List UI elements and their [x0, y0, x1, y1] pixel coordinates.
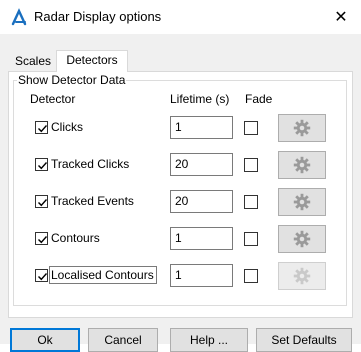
window-title: Radar Display options	[34, 9, 162, 24]
detector-row-clicks: Clicks 1	[14, 111, 346, 145]
check-icon	[38, 236, 48, 244]
set-defaults-button[interactable]: Set Defaults	[256, 328, 352, 352]
detector-label[interactable]: Tracked Events	[51, 194, 134, 208]
ok-button[interactable]: Ok	[10, 328, 80, 352]
gear-icon	[293, 156, 311, 174]
check-icon	[38, 125, 48, 133]
show-detector-data-group: Show Detector Data Detector Lifetime (s)…	[13, 73, 347, 306]
detectors-panel: Show Detector Data Detector Lifetime (s)…	[8, 71, 353, 318]
detector-label[interactable]: Tracked Clicks	[51, 157, 129, 171]
lifetime-input[interactable]: 20	[170, 190, 233, 213]
detector-column-header: Detector	[30, 92, 76, 106]
detector-row-localised-contours: Localised Contours 1	[14, 259, 346, 293]
title-bar: Radar Display options ✕	[0, 0, 361, 34]
lifetime-input[interactable]: 1	[170, 264, 233, 287]
detector-row-contours: Contours 1	[14, 222, 346, 256]
radar-app-icon	[11, 8, 27, 26]
lifetime-input[interactable]: 1	[170, 116, 233, 139]
fade-checkbox[interactable]	[244, 121, 258, 135]
check-icon	[38, 162, 48, 170]
detector-row-tracked-events: Tracked Events 20	[14, 185, 346, 219]
settings-button[interactable]	[278, 262, 326, 290]
lifetime-column-header: Lifetime (s)	[170, 92, 230, 106]
gear-icon	[293, 193, 311, 211]
close-button[interactable]: ✕	[321, 0, 361, 34]
gear-icon	[293, 267, 311, 285]
enable-checkbox[interactable]	[35, 195, 48, 208]
settings-button[interactable]	[278, 188, 326, 216]
enable-checkbox[interactable]	[35, 269, 48, 282]
check-icon	[38, 199, 48, 207]
tab-detectors[interactable]: Detectors	[56, 50, 128, 72]
detector-label[interactable]: Clicks	[51, 120, 83, 134]
group-legend: Show Detector Data	[17, 73, 127, 87]
enable-checkbox[interactable]	[35, 158, 48, 171]
fade-checkbox[interactable]	[244, 158, 258, 172]
dialog-body: Scales Detectors Show Detector Data Dete…	[0, 34, 361, 352]
lifetime-input[interactable]: 20	[170, 153, 233, 176]
fade-checkbox[interactable]	[244, 232, 258, 246]
check-icon	[38, 273, 48, 281]
settings-button[interactable]	[278, 151, 326, 179]
detector-label[interactable]: Localised Contours	[49, 266, 157, 284]
gear-icon	[293, 230, 311, 248]
gear-icon	[293, 119, 311, 137]
fade-checkbox[interactable]	[244, 195, 258, 209]
fade-checkbox[interactable]	[244, 269, 258, 283]
close-icon[interactable]: ✕	[334, 7, 347, 27]
cancel-button[interactable]: Cancel	[88, 328, 158, 352]
tab-scales[interactable]: Scales	[8, 52, 58, 72]
detector-label[interactable]: Contours	[51, 231, 100, 245]
settings-button[interactable]	[278, 225, 326, 253]
enable-checkbox[interactable]	[35, 232, 48, 245]
detector-row-tracked-clicks: Tracked Clicks 20	[14, 148, 346, 182]
fade-column-header: Fade	[245, 92, 273, 106]
settings-button[interactable]	[278, 114, 326, 142]
lifetime-input[interactable]: 1	[170, 227, 233, 250]
help-button[interactable]: Help ...	[170, 328, 248, 352]
enable-checkbox[interactable]	[35, 121, 48, 134]
